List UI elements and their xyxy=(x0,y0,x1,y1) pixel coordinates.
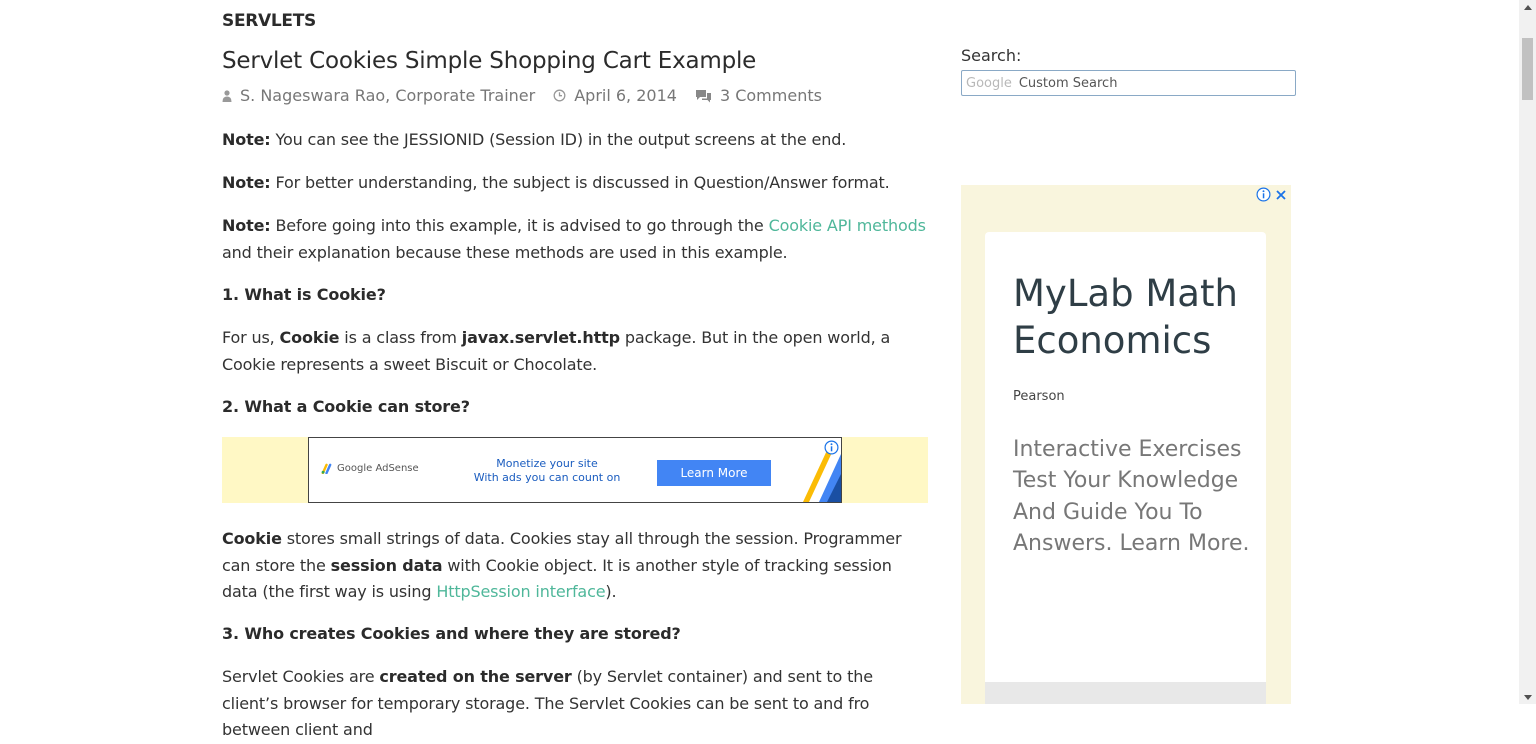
page-scrollbar[interactable] xyxy=(1519,0,1536,704)
adsense-text[interactable]: Monetize your site With ads you can coun… xyxy=(469,457,625,485)
clock-icon xyxy=(553,89,566,102)
ad-title[interactable]: MyLab Math Economics xyxy=(1013,270,1253,364)
page-title: Servlet Cookies Simple Shopping Cart Exa… xyxy=(222,48,757,74)
answer-1-part: is a class from xyxy=(339,328,462,347)
answer-1-bold: javax.servlet.http xyxy=(461,328,620,347)
answer-3-bold: created on the server xyxy=(379,667,572,686)
comments-link[interactable]: 3 Comments xyxy=(720,86,822,105)
question-1: 1. What is Cookie? xyxy=(222,282,928,309)
close-ad-icon[interactable] xyxy=(1275,189,1287,201)
arrow-down-icon xyxy=(1523,694,1532,700)
answer-3-part: Servlet Cookies are xyxy=(222,667,380,686)
google-watermark: Google xyxy=(966,75,1012,91)
ad-card-footer xyxy=(985,682,1266,704)
note-2: Note: For better understanding, the subj… xyxy=(222,170,928,197)
adsense-logo-icon xyxy=(321,463,332,474)
author-name[interactable]: S. Nageswara Rao, Corporate Trainer xyxy=(240,86,535,105)
search-placeholder: Custom Search xyxy=(1018,75,1118,91)
note-2-text: For better understanding, the subject is… xyxy=(270,173,890,192)
note-label: Note: xyxy=(222,216,271,235)
answer-2-part: ). xyxy=(605,582,617,601)
adsense-logo-text: Google AdSense xyxy=(337,463,419,474)
learn-more-button[interactable]: Learn More xyxy=(657,460,771,486)
note-1-text: You can see the JESSIONID (Session ID) i… xyxy=(270,130,847,149)
search-label: Search: xyxy=(961,46,1022,65)
question-2-text: 2. What a Cookie can store? xyxy=(222,397,470,416)
note-label: Note: xyxy=(222,173,271,192)
note-1: Note: You can see the JESSIONID (Session… xyxy=(222,127,928,154)
adchoices-info-icon[interactable] xyxy=(824,440,839,455)
adsense-logo[interactable]: Google AdSense xyxy=(321,463,419,474)
scroll-down-arrow[interactable] xyxy=(1519,690,1536,704)
user-icon xyxy=(222,89,232,102)
question-1-text: 1. What is Cookie? xyxy=(222,285,386,304)
question-3-text: 3. Who creates Cookies and where they ar… xyxy=(222,624,681,643)
scroll-thumb[interactable] xyxy=(1522,38,1533,100)
answer-2: Cookie stores small strings of data. Coo… xyxy=(222,526,928,606)
meta-author[interactable]: S. Nageswara Rao, Corporate Trainer xyxy=(222,86,535,105)
note-3: Note: Before going into this example, it… xyxy=(222,213,928,266)
ad-controls xyxy=(1256,187,1287,202)
post-date[interactable]: April 6, 2014 xyxy=(574,86,677,105)
adsense-line-2: With ads you can count on xyxy=(473,471,621,484)
answer-1: For us, Cookie is a class from javax.ser… xyxy=(222,325,928,378)
article-meta: S. Nageswara Rao, Corporate Trainer Apri… xyxy=(222,86,840,105)
ad-card[interactable]: MyLab Math Economics Pearson Interactive… xyxy=(985,232,1266,704)
question-2: 2. What a Cookie can store? xyxy=(222,394,928,421)
meta-date[interactable]: April 6, 2014 xyxy=(553,86,677,105)
search-input[interactable]: Google Custom Search xyxy=(961,70,1296,96)
note-3-text-before: Before going into this example, it is ad… xyxy=(270,216,769,235)
note-3-text-after: and their explanation because these meth… xyxy=(222,242,788,262)
adchoices-info-icon[interactable] xyxy=(1256,187,1271,202)
adsense-banner: Google AdSense Monetize your site With a… xyxy=(222,437,928,503)
adsense-line-1: Monetize your site xyxy=(496,457,598,470)
answer-1-bold: Cookie xyxy=(279,328,340,347)
arrow-up-icon xyxy=(1523,4,1532,10)
category-heading[interactable]: SERVLETS xyxy=(222,11,316,31)
answer-2-bold: session data xyxy=(330,555,443,575)
answer-1-part: For us, xyxy=(222,328,280,347)
httpsession-interface-link[interactable]: HttpSession interface xyxy=(436,582,605,601)
ad-description[interactable]: Interactive Exercises Test Your Knowledg… xyxy=(1013,434,1253,559)
note-label: Note: xyxy=(222,130,271,149)
answer-2-bold: Cookie xyxy=(222,529,282,548)
sidebar-ad[interactable]: MyLab Math Economics Pearson Interactive… xyxy=(961,185,1291,704)
question-3: 3. Who creates Cookies and where they ar… xyxy=(222,621,928,648)
meta-comments[interactable]: 3 Comments xyxy=(695,86,822,105)
cookie-api-methods-link[interactable]: Cookie API methods xyxy=(769,216,926,235)
adsense-ad[interactable]: Google AdSense Monetize your site With a… xyxy=(308,437,842,503)
comments-icon xyxy=(695,89,711,102)
ad-brand[interactable]: Pearson xyxy=(1013,389,1065,404)
scroll-up-arrow[interactable] xyxy=(1519,0,1536,14)
